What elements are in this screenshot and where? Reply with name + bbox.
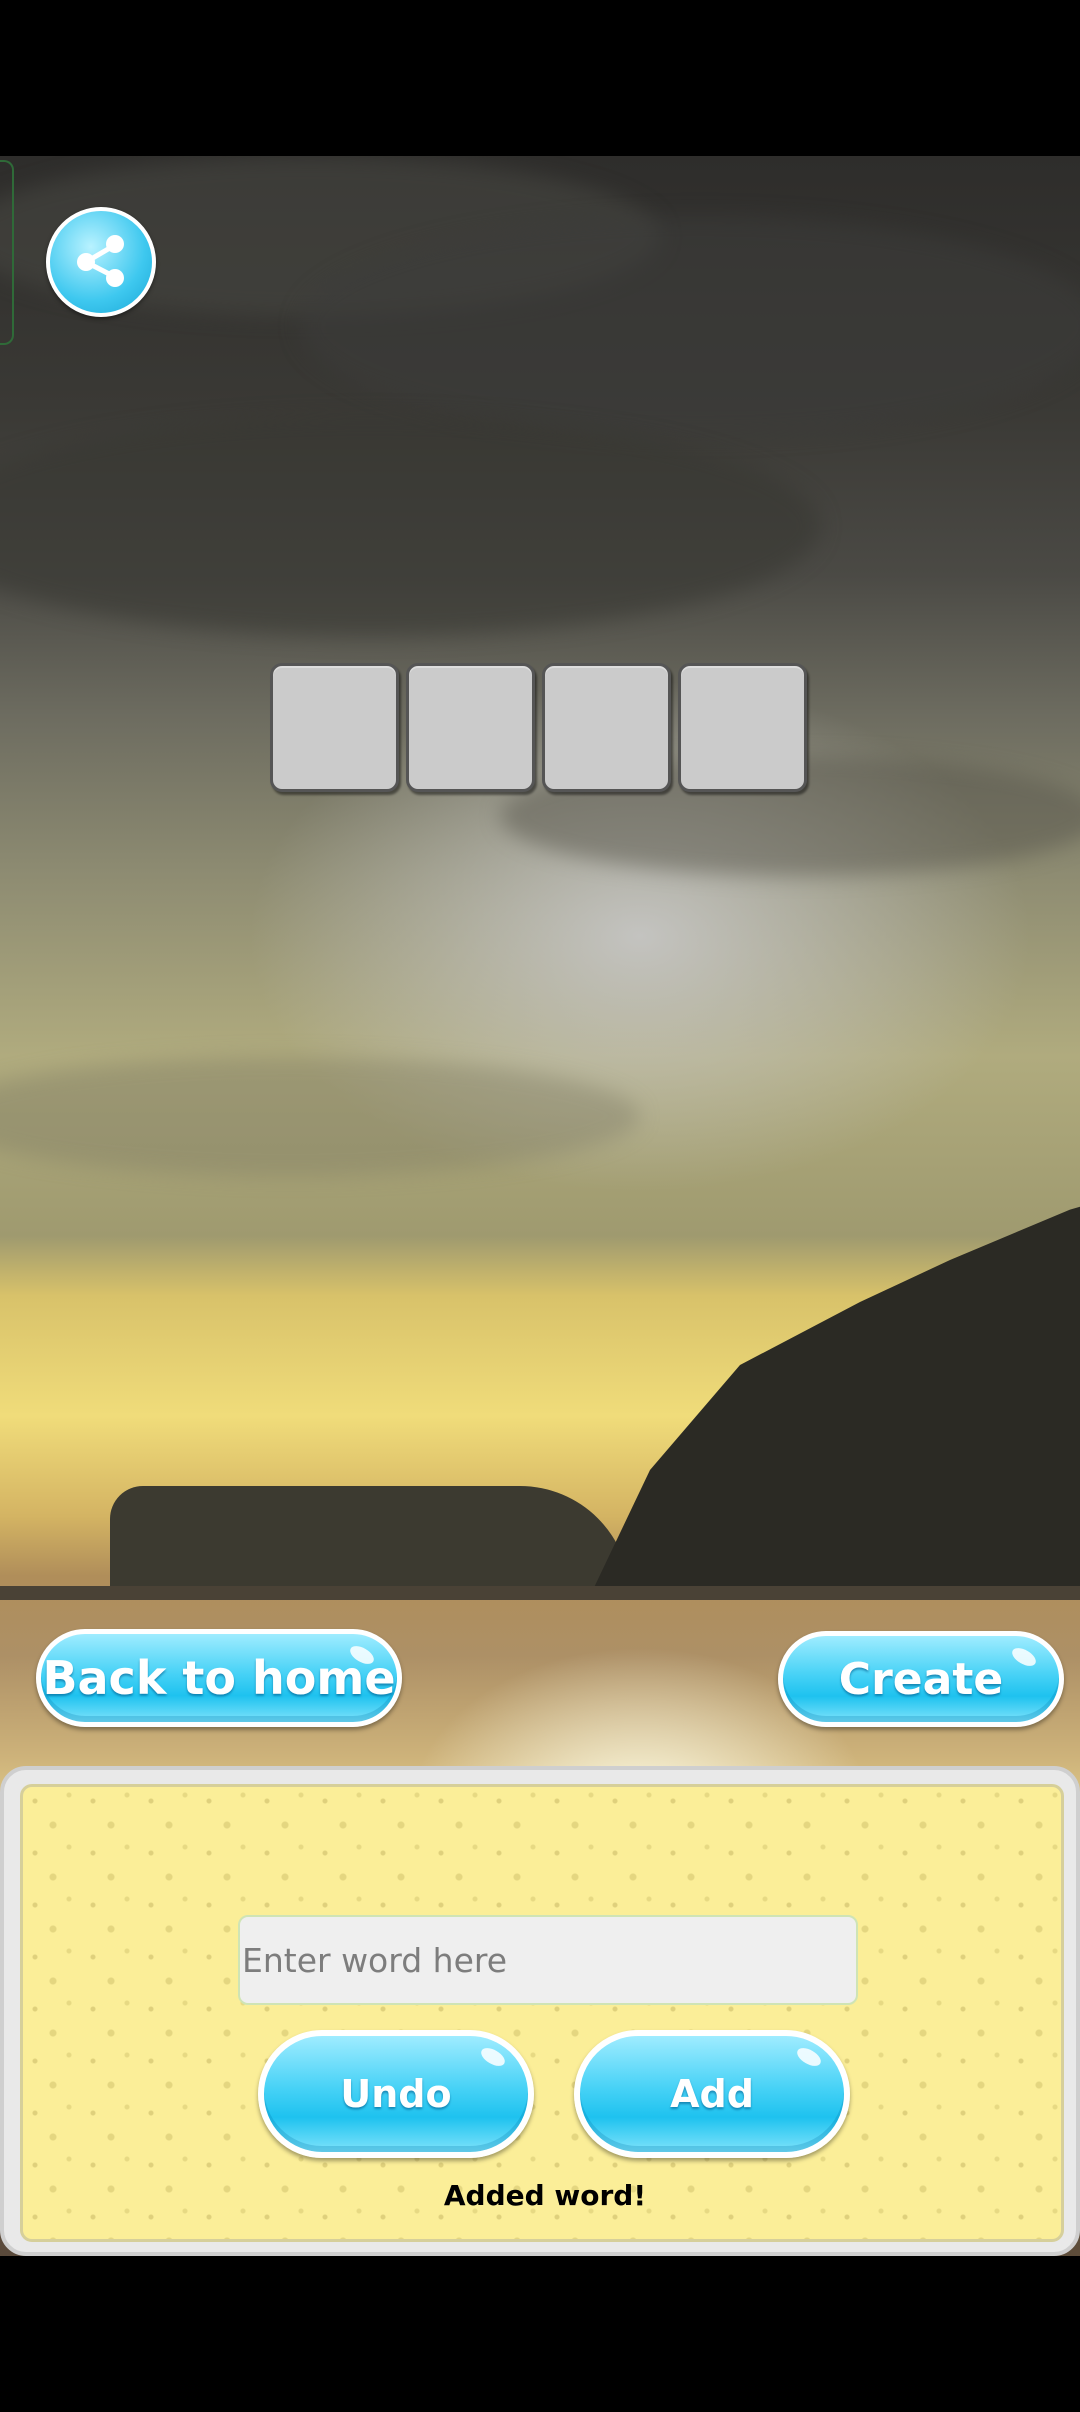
back-to-home-button[interactable]: Back to home bbox=[36, 1629, 402, 1727]
button-shine bbox=[794, 2044, 824, 2070]
cloud bbox=[0, 416, 820, 636]
letter-tile[interactable] bbox=[542, 663, 671, 792]
undo-button[interactable]: Undo bbox=[258, 2030, 534, 2158]
back-to-home-label: Back to home bbox=[42, 1651, 396, 1705]
word-input[interactable] bbox=[238, 1915, 858, 2005]
forest-hill bbox=[590, 1176, 1080, 1596]
cloud bbox=[300, 216, 1080, 436]
shoreline bbox=[0, 1586, 1080, 1600]
word-editor-panel: Undo Add Added word! bbox=[0, 1766, 1080, 2256]
button-shine bbox=[1009, 1644, 1039, 1670]
letter-tile[interactable] bbox=[678, 663, 807, 792]
letter-tiles bbox=[270, 663, 807, 792]
status-message: Added word! bbox=[443, 2179, 647, 2212]
undo-label: Undo bbox=[340, 2072, 452, 2116]
distant-hill bbox=[110, 1486, 630, 1596]
letter-tile[interactable] bbox=[406, 663, 535, 792]
side-edge-tab bbox=[0, 160, 14, 345]
letter-tile[interactable] bbox=[270, 663, 399, 792]
sand-panel: Undo Add Added word! bbox=[20, 1784, 1064, 2242]
button-shine bbox=[478, 2044, 508, 2070]
create-button[interactable]: Create bbox=[778, 1631, 1064, 1727]
app-screen: Back to home Create Undo Add Added word! bbox=[0, 0, 1080, 2412]
cloud bbox=[0, 1056, 640, 1176]
add-label: Add bbox=[670, 2072, 754, 2116]
share-button[interactable] bbox=[46, 207, 156, 317]
create-label: Create bbox=[838, 1653, 1004, 1705]
add-button[interactable]: Add bbox=[574, 2030, 850, 2158]
share-icon bbox=[66, 225, 136, 299]
